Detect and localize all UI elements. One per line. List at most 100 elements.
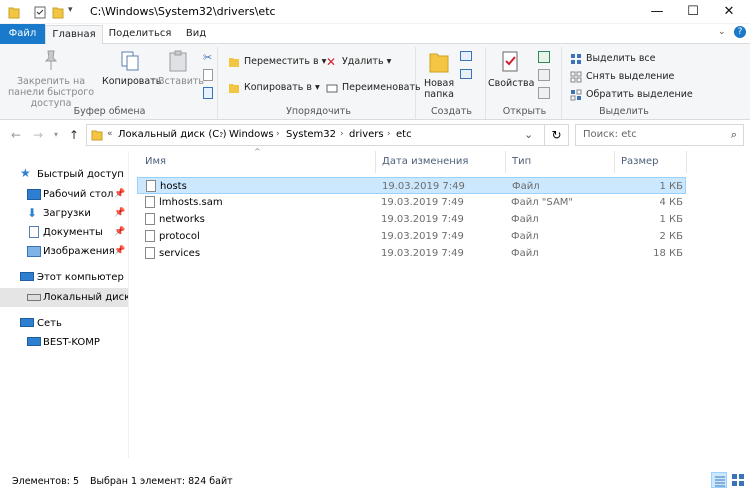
pin-icon[interactable]: 📌 xyxy=(114,185,125,204)
pin-icon[interactable]: 📌 xyxy=(114,204,125,223)
new-item-icon[interactable] xyxy=(460,51,472,61)
invert-selection-label: Обратить выделение xyxy=(586,89,693,100)
nav-computer-label: BEST-KOMP xyxy=(43,337,100,348)
address-bar[interactable]: « Локальный диск (C:) › Windows › System… xyxy=(86,124,545,146)
cut-icon[interactable]: ✂ xyxy=(203,51,212,64)
copy-to-label: Копировать в xyxy=(244,82,312,93)
forward-arrow-icon[interactable]: → xyxy=(30,127,46,143)
rename-button[interactable]: Переименовать xyxy=(324,79,421,97)
nav-this-pc[interactable]: Этот компьютер xyxy=(0,268,128,287)
nav-local-disk[interactable]: Локальный диск (C:) xyxy=(0,288,128,307)
navigation-pane: ★ Быстрый доступ Рабочий стол 📌 ⬇ Загруз… xyxy=(0,151,128,458)
select-none-label: Снять выделение xyxy=(586,71,675,82)
column-divider[interactable] xyxy=(686,151,687,173)
quick-access-dropdown-icon[interactable]: ▾ xyxy=(68,5,73,19)
search-input[interactable]: Поиск: etc ⌕ xyxy=(575,124,744,146)
file-row-services[interactable]: services 19.03.2019 7:49 Файл 18 КБ xyxy=(137,245,686,262)
nav-network[interactable]: Сеть xyxy=(0,314,128,333)
close-button[interactable]: ✕ xyxy=(706,0,750,24)
file-icon xyxy=(145,247,155,259)
move-to-button[interactable]: Переместить в ▾ xyxy=(226,53,326,71)
copy-path-icon[interactable] xyxy=(203,69,213,81)
file-row-networks[interactable]: networks 19.03.2019 7:49 Файл 1 КБ xyxy=(137,211,686,228)
selection-info: Выбран 1 элемент: 824 байт xyxy=(90,476,233,487)
column-header-size[interactable]: Размер xyxy=(621,151,659,173)
pin-quick-access-button[interactable]: Закрепить на панели быстрого доступа xyxy=(4,49,98,109)
collapse-ribbon-icon[interactable]: ⌄ xyxy=(718,27,726,37)
ribbon-tabs: Файл Главная Поделиться Вид ⌄ ? xyxy=(0,24,750,45)
folder-icon xyxy=(8,7,20,19)
download-icon: ⬇ xyxy=(27,206,38,220)
crumb-system32[interactable]: System32 xyxy=(286,129,336,140)
nav-downloads[interactable]: ⬇ Загрузки 📌 xyxy=(0,204,128,223)
file-row-hosts[interactable]: hosts 19.03.2019 7:49 Файл 1 КБ xyxy=(137,177,686,194)
group-label-clipboard: Буфер обмена xyxy=(73,106,146,117)
pin-icon[interactable]: 📌 xyxy=(114,223,125,242)
file-type: Файл xyxy=(511,231,539,242)
select-all-button[interactable]: Выделить все xyxy=(568,50,656,68)
nav-network-label: Сеть xyxy=(37,318,62,329)
crumb-overflow-icon[interactable]: « xyxy=(107,129,113,139)
column-divider[interactable] xyxy=(505,151,506,173)
column-header-type[interactable]: Тип xyxy=(512,151,531,173)
easy-access-icon[interactable] xyxy=(460,69,472,79)
delete-button[interactable]: ✕ Удалить ▾ xyxy=(324,53,391,71)
nav-desktop-label: Рабочий стол xyxy=(43,189,114,200)
column-header-name[interactable]: Имя xyxy=(145,151,166,173)
refresh-button[interactable]: ↻ xyxy=(545,124,569,146)
properties-icon[interactable] xyxy=(34,5,46,19)
crumb-separator-icon[interactable]: › xyxy=(340,129,344,139)
search-placeholder: Поиск: etc xyxy=(583,129,637,140)
select-none-button[interactable]: Снять выделение xyxy=(568,68,674,86)
new-folder-label: Новая папка xyxy=(423,78,455,100)
large-icons-view-icon[interactable] xyxy=(730,472,746,488)
recent-locations-icon[interactable]: ▾ xyxy=(48,127,64,143)
invert-selection-button[interactable]: Обратить выделение xyxy=(568,86,693,104)
history-icon[interactable] xyxy=(538,87,550,99)
computer-icon xyxy=(20,272,34,281)
crumb-separator-icon[interactable]: › xyxy=(276,129,280,139)
back-arrow-icon[interactable]: ← xyxy=(8,127,24,143)
group-new: Новая папка Создать xyxy=(418,47,486,119)
tab-share[interactable]: Поделиться xyxy=(106,25,174,44)
properties-label: Свойства xyxy=(488,78,535,89)
new-folder-icon[interactable] xyxy=(52,5,64,19)
properties-button[interactable]: Свойства xyxy=(488,49,535,89)
vertical-scrollbar[interactable] xyxy=(741,151,750,458)
tab-home[interactable]: Главная xyxy=(45,25,103,45)
nav-computer[interactable]: BEST-KOMP xyxy=(0,333,128,352)
star-icon: ★ xyxy=(20,166,31,180)
file-row-lmhosts[interactable]: lmhosts.sam 19.03.2019 7:49 Файл "SAM" 4… xyxy=(137,194,686,211)
paste-shortcut-icon[interactable] xyxy=(203,87,213,99)
copy-button[interactable]: Копировать xyxy=(102,49,161,87)
crumb-windows[interactable]: Windows xyxy=(229,129,274,140)
column-divider[interactable] xyxy=(375,151,376,173)
crumb-local-disk[interactable]: Локальный диск (C:) xyxy=(118,129,227,140)
column-divider[interactable] xyxy=(614,151,615,173)
crumb-drivers[interactable]: drivers xyxy=(349,129,384,140)
address-history-icon[interactable]: ⌄ xyxy=(524,128,533,141)
nav-documents[interactable]: Документы 📌 xyxy=(0,223,128,242)
file-size: 4 КБ xyxy=(659,197,683,208)
tab-file[interactable]: Файл xyxy=(0,24,45,44)
crumb-etc[interactable]: etc xyxy=(396,129,412,140)
paste-button[interactable]: Вставить xyxy=(158,49,204,87)
edit-icon[interactable] xyxy=(538,69,550,81)
pin-icon[interactable]: 📌 xyxy=(114,242,125,261)
column-header-date[interactable]: Дата изменения xyxy=(382,151,468,173)
file-row-protocol[interactable]: protocol 19.03.2019 7:49 Файл 2 КБ xyxy=(137,228,686,245)
new-folder-button[interactable]: Новая папка xyxy=(420,49,458,100)
paste-icon xyxy=(169,50,187,72)
help-icon[interactable]: ? xyxy=(734,26,746,38)
crumb-separator-icon[interactable]: › xyxy=(220,129,224,139)
pin-label: Закрепить на панели быстрого доступа xyxy=(7,76,95,109)
details-view-icon[interactable] xyxy=(711,472,727,488)
tab-view[interactable]: Вид xyxy=(176,25,216,44)
open-icon[interactable] xyxy=(538,51,550,63)
nav-desktop[interactable]: Рабочий стол 📌 xyxy=(0,185,128,204)
nav-quick-access[interactable]: ★ Быстрый доступ xyxy=(0,165,128,184)
up-arrow-icon[interactable]: ↑ xyxy=(66,127,82,143)
copy-to-button[interactable]: Копировать в ▾ xyxy=(226,79,320,97)
nav-pictures[interactable]: Изображения 📌 xyxy=(0,242,128,261)
crumb-separator-icon[interactable]: › xyxy=(387,129,391,139)
